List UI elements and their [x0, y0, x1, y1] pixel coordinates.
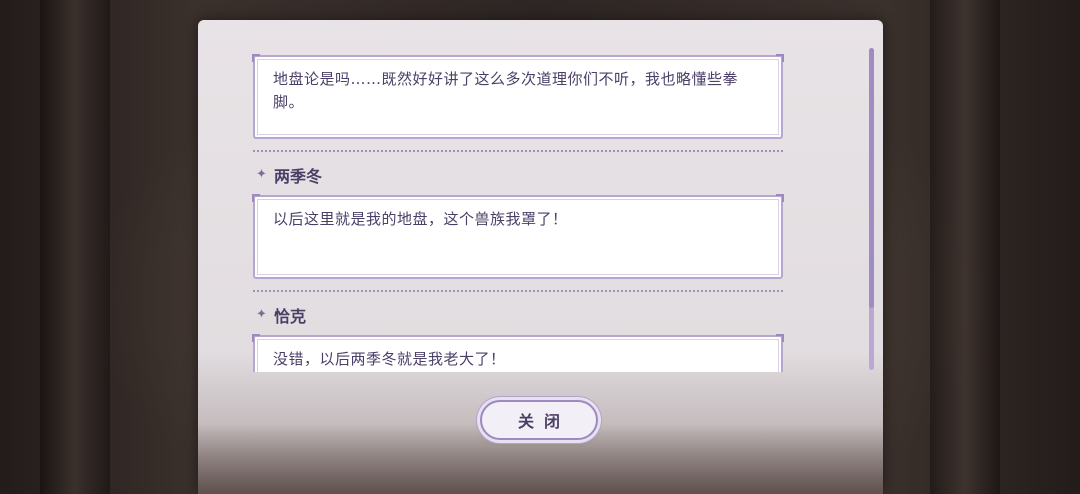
dialogue-bubble: 地盘论是吗……既然好好讲了这么多次道理你们不听，我也略懂些拳脚。: [252, 54, 784, 139]
sparkle-icon: ✦: [256, 167, 267, 182]
background-pillar: [40, 0, 110, 494]
scrollbar-thumb[interactable]: [869, 48, 874, 308]
dialogue-text: 地盘论是吗……既然好好讲了这么多次道理你们不听，我也略懂些拳脚。: [273, 70, 739, 111]
dialogue-text: 没错，以后两季冬就是我老大了！: [273, 350, 506, 368]
close-button-label: 关闭: [517, 412, 570, 431]
dialogue-bubble: 以后这里就是我的地盘，这个兽族我罩了！: [252, 194, 784, 279]
dialogue-log-scroll-area[interactable]: 地盘论是吗……既然好好讲了这么多次道理你们不听，我也略懂些拳脚。 ✦ 两季冬 以…: [198, 20, 883, 372]
dialogue-log-panel: 地盘论是吗……既然好好讲了这么多次道理你们不听，我也略懂些拳脚。 ✦ 两季冬 以…: [198, 20, 883, 494]
speaker-name: 恰克: [274, 307, 307, 326]
close-button[interactable]: 关闭: [480, 400, 598, 440]
dialogue-bubble: 没错，以后两季冬就是我老大了！: [252, 334, 784, 372]
speaker-name: 两季冬: [274, 167, 323, 186]
speaker-name-row: ✦ 恰克: [256, 303, 306, 327]
dialogue-text: 以后这里就是我的地盘，这个兽族我罩了！: [273, 210, 568, 228]
entry-divider: [253, 150, 783, 152]
background-pillar: [930, 0, 1000, 494]
entry-divider: [253, 290, 783, 292]
sparkle-icon: ✦: [256, 307, 267, 322]
scrollbar-track[interactable]: [869, 48, 874, 370]
speaker-name-row: ✦ 两季冬: [256, 163, 322, 187]
